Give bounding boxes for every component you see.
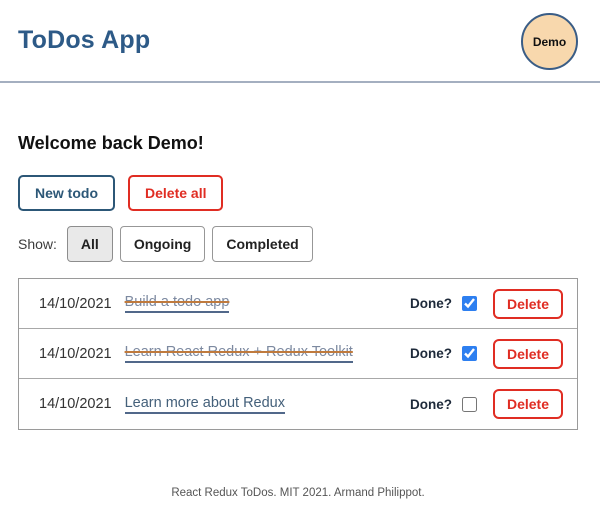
todo-list: 14/10/2021 Build a todo app Done? Delete… xyxy=(18,278,578,430)
avatar-label: Demo xyxy=(533,35,566,49)
delete-todo-button[interactable]: Delete xyxy=(493,389,563,419)
app-title: ToDos App xyxy=(18,26,150,55)
action-buttons: New todo Delete all xyxy=(18,175,578,211)
done-label: Done? xyxy=(410,346,452,361)
delete-todo-button[interactable]: Delete xyxy=(493,339,563,369)
filter-ongoing-button[interactable]: Ongoing xyxy=(120,226,206,262)
todo-title-link[interactable]: Learn more about Redux xyxy=(125,395,285,414)
delete-todo-button[interactable]: Delete xyxy=(493,289,563,319)
done-label: Done? xyxy=(410,296,452,311)
done-label: Done? xyxy=(410,397,452,412)
done-checkbox[interactable] xyxy=(462,296,477,311)
welcome-heading: Welcome back Demo! xyxy=(18,133,578,154)
new-todo-button[interactable]: New todo xyxy=(18,175,115,211)
filter-completed-button[interactable]: Completed xyxy=(212,226,312,262)
filter-bar: Show: All Ongoing Completed xyxy=(18,226,578,262)
done-checkbox[interactable] xyxy=(462,397,477,412)
done-checkbox[interactable] xyxy=(462,346,477,361)
user-avatar[interactable]: Demo xyxy=(521,13,578,70)
todos-app: ToDos App Demo Welcome back Demo! New to… xyxy=(0,0,600,507)
todo-row: 14/10/2021 Learn more about Redux Done? … xyxy=(19,379,577,429)
delete-all-button[interactable]: Delete all xyxy=(128,175,223,211)
todo-date: 14/10/2021 xyxy=(39,396,112,412)
todo-row: 14/10/2021 Learn React Redux + Redux Too… xyxy=(19,329,577,379)
app-footer: React Redux ToDos. MIT 2021. Armand Phil… xyxy=(18,487,578,499)
main-content: Welcome back Demo! New todo Delete all S… xyxy=(0,133,600,499)
todo-title-link[interactable]: Build a todo app xyxy=(125,294,230,313)
app-header: ToDos App Demo xyxy=(0,0,600,83)
todo-date: 14/10/2021 xyxy=(39,296,112,312)
todo-date: 14/10/2021 xyxy=(39,346,112,362)
todo-row: 14/10/2021 Build a todo app Done? Delete xyxy=(19,279,577,329)
filter-label: Show: xyxy=(18,236,57,252)
filter-all-button[interactable]: All xyxy=(67,226,113,262)
todo-title-link[interactable]: Learn React Redux + Redux Toolkit xyxy=(125,344,353,363)
